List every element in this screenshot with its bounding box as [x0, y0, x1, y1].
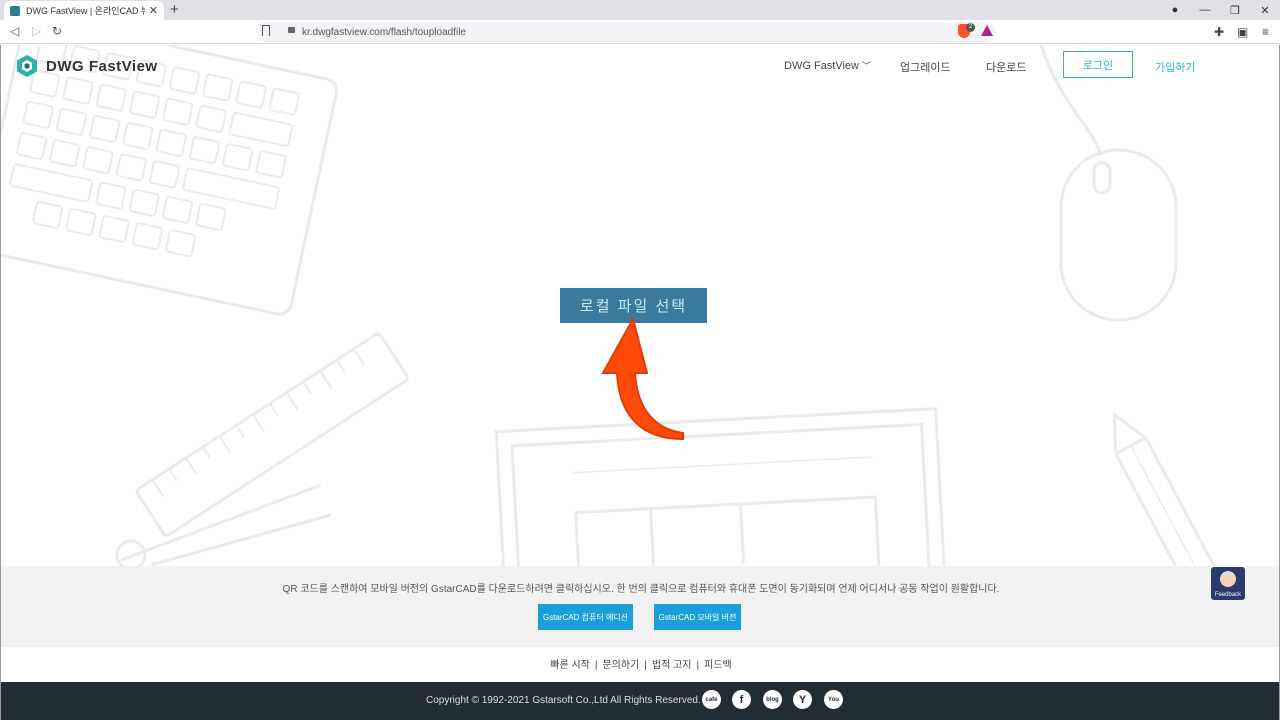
url-field[interactable]: kr.dwgfastview.com/flash/touploadfile [256, 22, 996, 42]
support-avatar-icon [1220, 571, 1236, 587]
naver-cafe-icon[interactable]: cafe [702, 690, 721, 709]
bookmark-icon[interactable] [262, 25, 270, 36]
divider: | [594, 660, 598, 671]
blog-icon[interactable]: blog [763, 690, 782, 709]
restore-icon[interactable]: ❐ [1220, 0, 1250, 20]
dwg-fastview-logo-icon [17, 55, 37, 77]
url-text: kr.dwgfastview.com/flash/touploadfile [302, 26, 466, 38]
extensions-icon[interactable]: ✚ [1214, 25, 1224, 39]
signup-link[interactable]: 가입하기 [1155, 59, 1195, 75]
footer: Copyright © 1992-2021 Gstarsoft Co.,Ltd … [1, 682, 1279, 720]
curved-arrow-up-icon [601, 317, 684, 441]
site-favicon-icon [10, 5, 20, 16]
menu-icon[interactable]: ≡ [1262, 25, 1269, 39]
tab-title: DWG FastView | 온라인CAD 뷰어 [26, 6, 145, 16]
copyright-text: Copyright © 1992-2021 Gstarsoft Co.,Ltd … [426, 695, 701, 706]
site-logo[interactable]: DWG FastView [15, 54, 158, 78]
reload-icon[interactable]: ↻ [52, 24, 62, 38]
brave-rewards-icon[interactable] [981, 25, 993, 36]
lock-icon [288, 27, 295, 33]
browser-tab-bar: DWG FastView | 온라인CAD 뷰어 ✕ + ● — ❐ ✕ [0, 0, 1280, 20]
chevron-down-icon: ﹀ [862, 61, 872, 71]
logo-text: DWG FastView [46, 57, 158, 75]
youtube-icon[interactable]: You [824, 690, 843, 709]
nav-upgrade[interactable]: 업그레이드 [900, 59, 951, 75]
link-legal[interactable]: 법적 고지 [652, 660, 692, 671]
link-contact[interactable]: 문의하기 [602, 660, 639, 671]
wallet-icon[interactable]: ▣ [1237, 25, 1248, 39]
back-icon[interactable]: ◁ [10, 24, 19, 38]
divider: | [644, 660, 647, 671]
tab-search-icon[interactable]: ● [1160, 0, 1190, 20]
gstarcad-mobile-button[interactable]: GstarCAD 모바일 버전 [654, 604, 741, 630]
new-tab-icon[interactable]: + [170, 1, 179, 19]
divider: | [696, 660, 700, 671]
footer-links: 빠른 시작 | 문의하기 | 법적 고지 | 피드백 [1, 656, 1279, 671]
login-button[interactable]: 로그인 [1063, 51, 1133, 78]
link-feedback[interactable]: 피드백 [704, 660, 732, 671]
qr-promo-band: QR 코드를 스캔하여 모바일 버전의 GstarCAD를 다운로드하려면 클릭… [1, 566, 1279, 647]
browser-tab[interactable]: DWG FastView | 온라인CAD 뷰어 ✕ [4, 1, 164, 20]
forward-icon[interactable]: ▷ [32, 24, 41, 38]
qr-promo-text: QR 코드를 스캔하여 모바일 버전의 GstarCAD를 다운로드하려면 클릭… [282, 584, 1000, 595]
page: DWG FastView DWG FastView ﹀ 업그레이드 다운로드 로… [0, 45, 1280, 720]
close-window-icon[interactable]: ✕ [1250, 0, 1280, 20]
yozm-icon[interactable]: Y [793, 690, 812, 709]
minimize-icon[interactable]: — [1190, 0, 1220, 20]
facebook-icon[interactable]: f [732, 690, 751, 709]
gstarcad-pc-button[interactable]: GstarCAD 컴퓨터 에디션 [538, 604, 633, 630]
feedback-button[interactable]: Feedback [1211, 567, 1245, 600]
brave-shield-count: 2 [966, 23, 975, 32]
close-tab-icon[interactable]: ✕ [149, 4, 158, 17]
feedback-label: Feedback [1214, 592, 1242, 598]
nav-dwg-label: DWG FastView [784, 60, 859, 72]
nav-dwg-fastview[interactable]: DWG FastView ﹀ [784, 59, 871, 72]
address-bar-row: ◁ ▷ ↻ kr.dwgfastview.com/flash/touploadf… [0, 20, 1280, 44]
link-quick-start[interactable]: 빠른 시작 [550, 660, 590, 671]
nav-download[interactable]: 다운로드 [986, 59, 1026, 75]
